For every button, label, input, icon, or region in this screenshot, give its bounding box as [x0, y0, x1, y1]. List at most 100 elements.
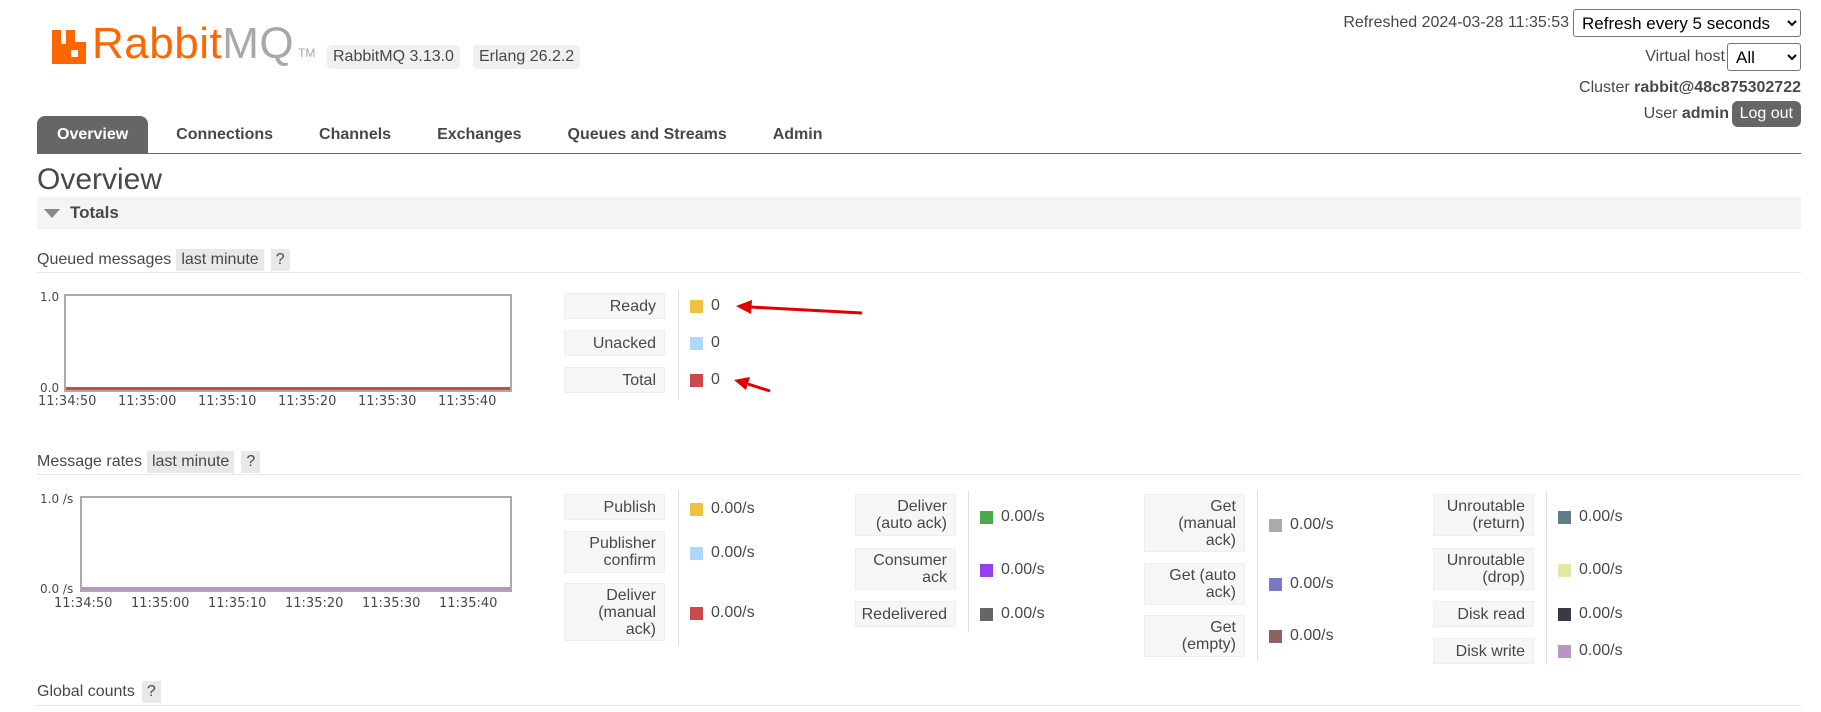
- queued-x-tick: 11:35:40: [438, 394, 497, 409]
- arrow-to-total-icon: [734, 377, 771, 393]
- consumer-ack-swatch: [980, 563, 993, 577]
- legend-value-ready: 0: [690, 296, 720, 316]
- publisher-confirm-rate: 0.00/s: [711, 544, 755, 561]
- disk-write-swatch: [1558, 644, 1571, 658]
- totals-section-toggle[interactable]: Totals: [37, 197, 1801, 229]
- get-empty-swatch: [1269, 629, 1282, 643]
- publisher-confirm-swatch: [690, 546, 703, 560]
- message-rates-chart: [80, 496, 512, 592]
- legend-label-consumer-ack: Consumer ack: [855, 548, 956, 590]
- legend-label-unroutable-return: Unroutable (return): [1433, 494, 1534, 536]
- tab-connections[interactable]: Connections: [156, 116, 293, 154]
- erlang-version-badge: Erlang 26.2.2: [473, 45, 581, 69]
- page-title: Overview: [37, 163, 163, 196]
- ready-count: 0: [711, 297, 720, 314]
- tab-admin[interactable]: Admin: [753, 116, 843, 154]
- queued-y-axis-bottom: 0.0: [40, 381, 60, 395]
- cluster-name: rabbit@48c875302722: [1634, 79, 1801, 96]
- legend-label-get-auto-ack: Get (auto ack): [1144, 563, 1245, 605]
- rates-y-axis-top: 1.0 /s: [40, 492, 74, 506]
- virtual-host-select[interactable]: All: [1727, 43, 1801, 71]
- queued-messages-rule: [37, 272, 1801, 273]
- legend-value-deliver-manual-ack: 0.00/s: [690, 603, 755, 623]
- legend-value-disk-write: 0.00/s: [1558, 641, 1623, 661]
- legend-value-unroutable-return: 0.00/s: [1558, 507, 1623, 527]
- redelivered-swatch: [980, 607, 993, 621]
- global-counts-help-button[interactable]: ?: [141, 681, 161, 703]
- publish-rate: 0.00/s: [711, 500, 755, 517]
- message-rates-label: Message rates: [37, 453, 142, 470]
- legend-label-unacked: Unacked: [564, 330, 665, 356]
- tab-queues-and-streams[interactable]: Queues and Streams: [548, 116, 747, 154]
- unroutable-drop-rate: 0.00/s: [1579, 561, 1623, 578]
- legend-label-deliver-auto-ack: Deliver (auto ack): [855, 494, 956, 536]
- legend-separator: [678, 290, 679, 400]
- tab-exchanges[interactable]: Exchanges: [417, 116, 541, 154]
- get-manual-ack-rate: 0.00/s: [1290, 516, 1334, 533]
- legend-label-redelivered: Redelivered: [855, 601, 956, 627]
- legend-separator: [1257, 490, 1258, 660]
- deliver-manual-ack-swatch: [690, 606, 703, 620]
- brand-trademark: TM: [298, 46, 316, 60]
- message-rates-range-button[interactable]: last minute: [146, 451, 235, 473]
- ready-swatch: [690, 299, 703, 313]
- legend-value-deliver-auto-ack: 0.00/s: [980, 507, 1045, 527]
- legend-label-get-manual-ack: Get (manual ack): [1144, 494, 1245, 552]
- totals-section-label: Totals: [70, 203, 119, 222]
- legend-value-disk-read: 0.00/s: [1558, 604, 1623, 624]
- legend-label-deliver-manual-ack: Deliver (manual ack): [564, 583, 665, 641]
- unacked-swatch: [690, 336, 703, 350]
- refresh-interval-select[interactable]: Refresh every 5 seconds: [1573, 9, 1801, 37]
- legend-label-get-empty: Get (empty): [1144, 615, 1245, 657]
- publish-swatch: [690, 502, 703, 516]
- rates-x-tick: 11:34:50: [54, 596, 113, 611]
- queued-messages-range-button[interactable]: last minute: [176, 249, 264, 271]
- disk-read-swatch: [1558, 607, 1571, 621]
- legend-separator: [1546, 490, 1547, 665]
- legend-value-total: 0: [690, 370, 720, 390]
- legend-value-get-auto-ack: 0.00/s: [1269, 574, 1334, 594]
- legend-label-unroutable-drop: Unroutable (drop): [1433, 548, 1534, 590]
- user-label: User: [1643, 105, 1678, 122]
- legend-value-publisher-confirm: 0.00/s: [690, 543, 755, 563]
- tab-channels[interactable]: Channels: [299, 116, 411, 154]
- logout-button[interactable]: Log out: [1731, 101, 1801, 127]
- global-counts-header: Global counts ?: [37, 681, 161, 703]
- unroutable-return-rate: 0.00/s: [1579, 508, 1623, 525]
- cluster-info: Cluster rabbit@48c875302722: [1579, 77, 1801, 99]
- brand-rabbit: Rabbit: [92, 19, 223, 68]
- deliver-auto-ack-rate: 0.00/s: [1001, 508, 1045, 525]
- legend-value-unacked: 0: [690, 333, 720, 353]
- queued-total-series-line: [66, 387, 510, 390]
- get-manual-ack-swatch: [1269, 518, 1282, 532]
- legend-label-publisher-confirm: Publisher confirm: [564, 531, 665, 573]
- queued-x-tick: 11:35:20: [278, 394, 337, 409]
- queued-x-tick: 11:34:50: [38, 394, 97, 409]
- rates-y-axis-bottom: 0.0 /s: [40, 582, 74, 596]
- total-count: 0: [711, 371, 720, 388]
- unroutable-return-swatch: [1558, 510, 1571, 524]
- disk-write-rate: 0.00/s: [1579, 642, 1623, 659]
- rates-x-tick: 11:35:40: [439, 596, 498, 611]
- legend-separator: [968, 490, 969, 632]
- unroutable-drop-swatch: [1558, 563, 1571, 577]
- virtual-host-label: Virtual host: [1645, 48, 1725, 65]
- get-auto-ack-swatch: [1269, 577, 1282, 591]
- rabbitmq-logo: Rabbit MQ TM: [50, 20, 315, 66]
- rabbitmq-version-badge: RabbitMQ 3.13.0: [327, 45, 460, 69]
- total-swatch: [690, 373, 703, 387]
- message-rates-help-button[interactable]: ?: [241, 451, 261, 473]
- queued-messages-chart: [64, 294, 512, 392]
- disk-read-rate: 0.00/s: [1579, 605, 1623, 622]
- rates-x-tick: 11:35:30: [362, 596, 421, 611]
- tab-divider: [37, 153, 1801, 154]
- legend-label-total: Total: [564, 367, 665, 393]
- legend-label-publish: Publish: [564, 494, 665, 520]
- legend-value-consumer-ack: 0.00/s: [980, 560, 1045, 580]
- redelivered-rate: 0.00/s: [1001, 605, 1045, 622]
- tab-overview[interactable]: Overview: [37, 116, 149, 154]
- queued-messages-help-button[interactable]: ?: [270, 249, 290, 271]
- get-auto-ack-rate: 0.00/s: [1290, 575, 1334, 592]
- user-info: User admin: [1644, 103, 1729, 125]
- legend-value-redelivered: 0.00/s: [980, 604, 1045, 624]
